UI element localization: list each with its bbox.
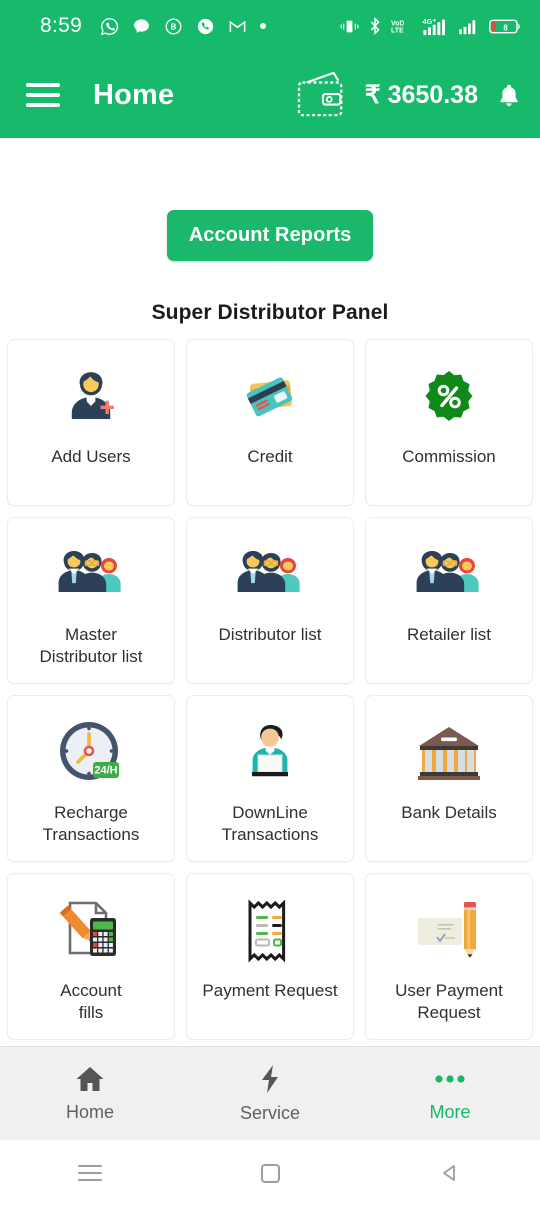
signal-bars-icon xyxy=(459,20,476,35)
tile-label: Bank Details xyxy=(401,803,497,822)
nav-label: More xyxy=(429,1101,471,1122)
nav-item-more[interactable]: More xyxy=(360,1065,540,1123)
android-navigation-bar xyxy=(0,1140,540,1206)
nav-label: Home xyxy=(65,1101,114,1122)
tile-bank-details[interactable]: Bank Details xyxy=(365,695,533,862)
signal-4g-plus-icon: 4G⁺ xyxy=(423,17,445,35)
tile-label: Retailer list xyxy=(406,625,492,644)
bluetooth-icon xyxy=(370,17,380,35)
tile-add-users[interactable]: Add Users xyxy=(7,339,175,506)
tile-distributor-list[interactable]: Distributor list xyxy=(186,517,354,684)
tile-user-payment-request[interactable]: User Payment Request xyxy=(365,873,533,1040)
user-add-icon xyxy=(58,360,124,434)
people-group-icon xyxy=(234,538,306,612)
bottom-navigation: Home Service More xyxy=(0,1046,540,1140)
cheque-pencil-icon xyxy=(414,894,484,968)
tile-recharge-transactions[interactable]: 24/H Recharge Transactions xyxy=(7,695,175,862)
page-title: Home xyxy=(93,78,175,111)
hamburger-menu-icon[interactable] xyxy=(26,83,60,107)
status-bar: 8:59 B VoD LTE 4G⁺ 8 xyxy=(0,0,540,52)
app-bar: Home ₹ 3650.38 xyxy=(0,52,540,138)
home-icon xyxy=(76,1066,104,1091)
phone-screen: 8:59 B VoD LTE 4G⁺ 8 Home ₹ 3650.38 Acco… xyxy=(0,0,540,1206)
tile-label: User Payment Request xyxy=(395,981,503,1023)
credit-cards-icon xyxy=(237,360,303,434)
battery-icon: 8 xyxy=(489,19,520,33)
nav-item-service[interactable]: Service xyxy=(180,1064,360,1124)
people-group-icon xyxy=(55,538,127,612)
chat-bubble-icon xyxy=(134,18,150,33)
status-bar-time: 8:59 xyxy=(40,14,83,37)
receipt-icon xyxy=(239,894,301,968)
document-calculator-icon xyxy=(57,894,125,968)
tile-payment-request[interactable]: Payment Request xyxy=(186,873,354,1040)
percent-badge-icon xyxy=(420,360,478,434)
status-bar-system-icons: VoD LTE 4G⁺ 8 xyxy=(340,17,522,36)
wallet-icon xyxy=(297,71,343,117)
account-reports-row: Account Reports xyxy=(0,138,540,261)
tile-commission[interactable]: Commission xyxy=(365,339,533,506)
svg-text:4G⁺: 4G⁺ xyxy=(423,17,437,26)
svg-text:VoD: VoD xyxy=(391,20,404,27)
vibrate-icon xyxy=(340,20,359,32)
tile-label: DownLine Transactions xyxy=(221,803,319,845)
svg-text:LTE: LTE xyxy=(391,28,404,35)
home-square-icon[interactable] xyxy=(180,1163,360,1183)
nav-item-home[interactable]: Home xyxy=(0,1065,180,1123)
back-triangle-icon[interactable] xyxy=(360,1163,540,1183)
people-group-icon xyxy=(413,538,485,612)
account-reports-button[interactable]: Account Reports xyxy=(166,210,374,261)
tile-master-distributor-list[interactable]: Master Distributor list xyxy=(7,517,175,684)
tile-credit[interactable]: Credit xyxy=(186,339,354,506)
tile-downline-transactions[interactable]: DownLine Transactions xyxy=(186,695,354,862)
panel-title: Super Distributor Panel xyxy=(151,301,389,324)
b-circle-icon: B xyxy=(165,18,182,34)
tile-label: Master Distributor list xyxy=(39,625,143,667)
tile-label: Account fills xyxy=(60,981,122,1023)
tile-label: Credit xyxy=(247,447,293,466)
whatsapp-icon xyxy=(100,17,119,35)
wallet-balance: ₹ 3650.38 xyxy=(364,81,478,109)
wallet-balance-area[interactable]: ₹ 3650.38 xyxy=(295,71,520,119)
bank-icon xyxy=(415,716,483,790)
tile-label: Payment Request xyxy=(202,981,338,1000)
clock-badge-label: 24/H xyxy=(94,765,117,777)
tile-label: Recharge Transactions xyxy=(42,803,140,845)
tile-label: Add Users xyxy=(51,447,131,466)
svg-text:8: 8 xyxy=(503,23,508,32)
clock-24h-icon: 24/H xyxy=(56,716,126,790)
gmail-icon xyxy=(229,20,246,32)
more-dots-icon xyxy=(435,1074,465,1083)
lightning-icon xyxy=(262,1064,278,1093)
tile-label: Distributor list xyxy=(218,625,322,644)
bell-icon[interactable] xyxy=(498,83,520,107)
recents-icon[interactable] xyxy=(0,1165,180,1181)
person-laptop-icon xyxy=(236,716,304,790)
phone-circle-icon xyxy=(197,18,214,34)
volte-icon: VoDLTE xyxy=(391,20,404,35)
tile-account-fills[interactable]: Account fills xyxy=(7,873,175,1040)
tile-label: Commission xyxy=(402,447,496,466)
svg-text:B: B xyxy=(171,22,177,31)
tile-retailer-list[interactable]: Retailer list xyxy=(365,517,533,684)
nav-label: Service xyxy=(239,1102,301,1123)
dot-icon xyxy=(260,23,267,29)
status-bar-notification-icons: B xyxy=(100,17,267,36)
